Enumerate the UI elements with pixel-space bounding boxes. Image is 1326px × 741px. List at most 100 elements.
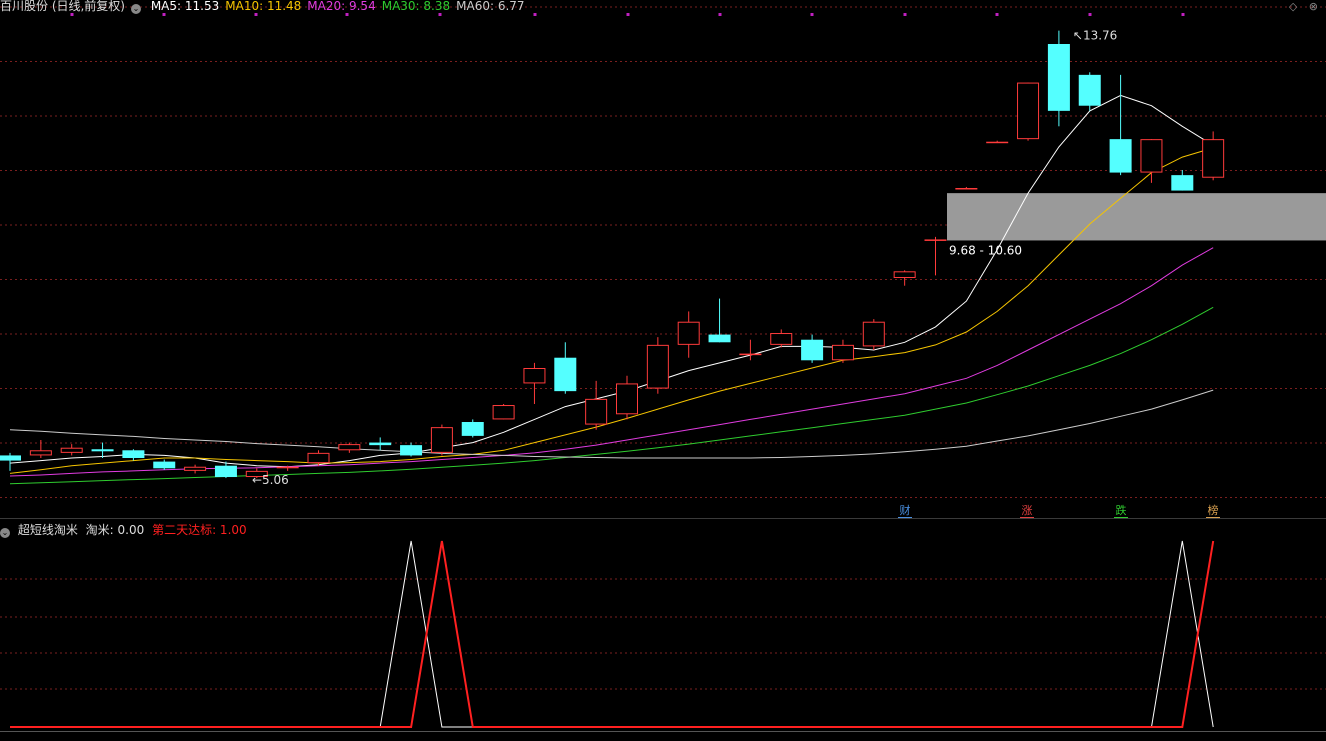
candle-body xyxy=(60,447,83,453)
candle-body xyxy=(893,271,916,279)
candle-body xyxy=(276,466,299,469)
candle xyxy=(1109,74,1132,176)
candle-body xyxy=(924,239,947,241)
price-zone xyxy=(947,193,1326,241)
top-marker xyxy=(903,13,907,16)
candle-body xyxy=(122,450,145,458)
candle xyxy=(1017,82,1040,141)
price-chart-panel[interactable]: ↖13.76 ←5.06 9.68 - 10.60 xyxy=(0,0,1326,518)
ma-indicator-1: MA5: 11.53 xyxy=(150,0,220,13)
event-marker-3[interactable]: 跌 xyxy=(1114,505,1128,518)
candle xyxy=(338,442,361,453)
sub-settings-circle-icon[interactable]: ⌄ xyxy=(0,528,10,538)
candle-body xyxy=(986,141,1009,144)
candle-body xyxy=(585,398,608,425)
candle xyxy=(60,444,83,456)
candle-body xyxy=(862,321,885,347)
chart-header: 百川股份 (日线,前复权) ⌄ MA5: 11.53 MA10: 11.48 MA20… xyxy=(0,0,537,14)
sub-indicator-value: 淘米: 0.00 xyxy=(85,523,145,537)
candle xyxy=(1140,139,1163,183)
candle xyxy=(1078,72,1101,111)
taomi-line xyxy=(10,540,1214,728)
candle-body xyxy=(1171,175,1194,191)
candle-body xyxy=(523,368,546,384)
event-marker-1[interactable]: 财 xyxy=(898,505,912,518)
sub-indicator-panel[interactable] xyxy=(0,519,1326,738)
settings-circle-icon[interactable]: ⌄ xyxy=(131,4,141,14)
ma-indicator-2: MA10: 11.48 xyxy=(225,0,302,13)
sub-indicator-header: ⌄ 超短线淘米 淘米: 0.00 第二天达标: 1.00 xyxy=(0,521,251,538)
candle-body xyxy=(461,422,484,436)
candle xyxy=(646,337,669,394)
bottom-divider xyxy=(0,731,1326,732)
ma-indicator-5: MA60: 6.77 xyxy=(456,0,525,13)
sub-indicator-name[interactable]: 超短线淘米 xyxy=(18,523,78,537)
candle xyxy=(184,464,207,474)
candle xyxy=(831,339,854,363)
candle xyxy=(461,419,484,438)
candle xyxy=(430,424,453,456)
ma-indicator-3: MA20: 9.54 xyxy=(307,0,376,13)
candle-body xyxy=(770,333,793,345)
candle xyxy=(29,440,52,458)
candle-body xyxy=(1078,74,1101,106)
candle-body xyxy=(369,442,392,446)
candle-body xyxy=(430,427,453,453)
candle-body xyxy=(677,321,700,345)
candle xyxy=(554,342,577,394)
candlestick-chart[interactable]: ↖13.76 ←5.06 9.68 - 10.60 xyxy=(0,0,1326,518)
candle-body xyxy=(554,357,577,392)
candle-body xyxy=(646,344,669,389)
top-marker xyxy=(810,13,814,16)
zone-label: 9.68 - 10.60 xyxy=(949,243,1022,257)
top-marker xyxy=(718,13,722,16)
candle xyxy=(400,442,423,457)
high-price-label: ↖13.76 xyxy=(1073,29,1117,43)
low-price-label: ←5.06 xyxy=(252,473,289,487)
candle xyxy=(677,311,700,358)
candle xyxy=(893,270,916,286)
ma-line-ma60 xyxy=(9,389,1214,459)
candle-body xyxy=(1047,44,1070,111)
candle-body xyxy=(400,445,423,456)
top-marker xyxy=(1181,13,1185,16)
candle xyxy=(1047,30,1070,127)
top-marker xyxy=(626,13,630,16)
sub-indicator-value2: 第二天达标: 1.00 xyxy=(152,523,247,537)
candle-body xyxy=(1017,82,1040,140)
candle-body xyxy=(153,461,176,469)
event-marker-4[interactable]: 榜 xyxy=(1206,505,1220,518)
candle-body xyxy=(616,383,638,415)
candle-body xyxy=(307,452,330,464)
candle-body xyxy=(955,188,978,190)
candle-body xyxy=(338,444,361,451)
candle-body xyxy=(91,449,114,452)
candle xyxy=(801,334,824,363)
window-controls[interactable]: ◇ ⊗ xyxy=(1289,0,1322,13)
candle xyxy=(616,375,638,420)
ma-line-ma20 xyxy=(9,247,1214,477)
candle-body xyxy=(214,465,237,478)
candle xyxy=(153,459,176,470)
candle xyxy=(862,319,885,350)
candle-body xyxy=(184,466,207,471)
candle-body xyxy=(831,344,854,361)
candle xyxy=(585,380,608,430)
candle xyxy=(770,329,793,348)
candle xyxy=(924,236,947,276)
top-marker xyxy=(995,13,999,16)
sub-indicator-chart xyxy=(0,540,1326,728)
candle-body xyxy=(0,455,21,461)
ma-indicator-list: MA5: 11.53 MA10: 11.48 MA20: 9.54 MA30: 8.3… xyxy=(151,0,531,13)
candle xyxy=(955,186,978,190)
candle-body xyxy=(708,334,731,343)
candle xyxy=(523,362,546,404)
second-day-line xyxy=(10,540,1215,728)
candle-body xyxy=(29,450,52,456)
candle-body xyxy=(1109,139,1132,173)
top-marker xyxy=(1088,13,1092,16)
candle xyxy=(492,404,515,420)
stock-title[interactable]: 百川股份 (日线,前复权) xyxy=(0,0,125,13)
event-marker-2[interactable]: 涨 xyxy=(1020,505,1034,518)
candle xyxy=(1171,170,1194,191)
